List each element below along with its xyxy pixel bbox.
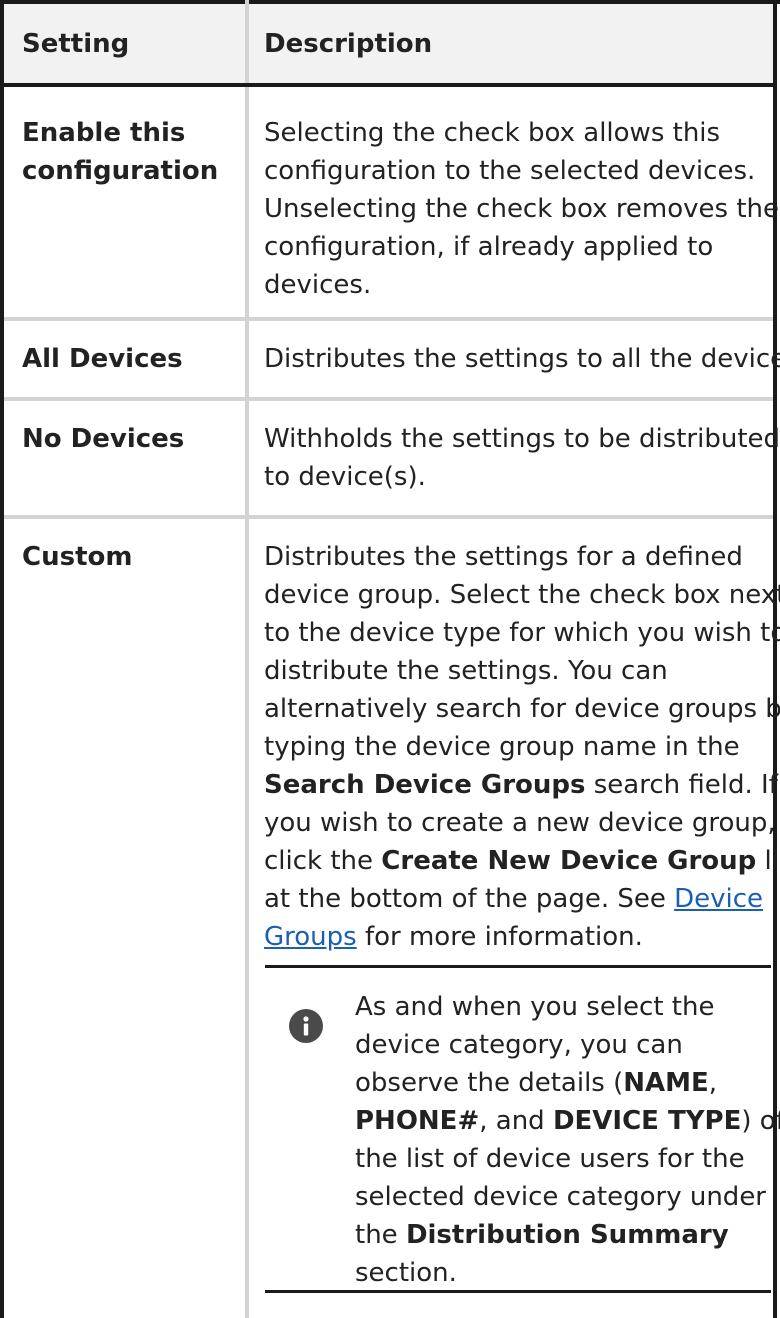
description-line: Withholds the settings to be distributed (264, 424, 780, 454)
setting-all-devices: All Devices (22, 344, 183, 374)
note-line: section. (355, 1258, 457, 1288)
note-line: As and when you select the (355, 992, 715, 1022)
setting-custom: Custom (22, 542, 133, 572)
note-bold-name: NAME (623, 1068, 709, 1098)
note-line: PHONE#, and DEVICE TYPE) of (355, 1102, 780, 1140)
setting-line: Enable this (22, 118, 186, 148)
description-line: configuration to the selected devices. (264, 156, 756, 186)
note-bottom-rule (265, 1290, 771, 1293)
settings-table: Setting Description Enable this configur… (0, 0, 780, 1318)
setting-line: configuration (22, 156, 219, 186)
description-line: click the Create New Device Group link (264, 842, 780, 880)
description-line: at the bottom of the page. See Device (264, 880, 780, 918)
note-text: the (355, 1220, 406, 1250)
table-top-border (0, 0, 780, 4)
description-text: link (764, 846, 780, 876)
description-line: to the device type for which you wish to (264, 618, 780, 648)
note-line: the Distribution Summary (355, 1216, 780, 1254)
device-groups-link[interactable]: Groups (264, 922, 357, 952)
description-line: Unselecting the check box removes the (264, 194, 780, 224)
description-line: typing the device group name in the (264, 732, 740, 762)
create-new-device-group-label: Create New Device Group (381, 846, 757, 876)
note-bold-device-type: DEVICE TYPE (552, 1106, 742, 1136)
info-icon (289, 1009, 323, 1043)
setting-no-devices: No Devices (22, 424, 185, 454)
note-text: As and when you select the device catego… (355, 988, 780, 1292)
note-text: ) of (741, 1106, 780, 1136)
setting-enable-configuration: Enable this configuration (22, 114, 218, 190)
description-line: configuration, if already applied to (264, 232, 714, 262)
description-text: search field. If (585, 770, 778, 800)
header-description: Description (264, 29, 433, 59)
note-text: observe the details ( (355, 1068, 624, 1098)
note-text: , (708, 1068, 718, 1098)
description-enable-configuration: Selecting the check box allows this conf… (264, 114, 779, 304)
description-line: alternatively search for device groups b… (264, 694, 780, 724)
distribution-summary-label: Distribution Summary (405, 1220, 729, 1250)
description-all-devices: Distributes the settings to all the devi… (264, 344, 780, 374)
description-custom: Distributes the settings for a defined d… (264, 538, 780, 956)
row-divider (4, 317, 773, 321)
note-bold-phone: PHONE# (355, 1106, 480, 1136)
description-line: devices. (264, 270, 372, 300)
description-line: Search Device Groups search field. If (264, 766, 780, 804)
description-no-devices: Withholds the settings to be distributed… (264, 420, 780, 496)
header-setting: Setting (22, 29, 130, 59)
description-line: device group. Select the check box next (264, 580, 780, 610)
description-text: for more information. (356, 922, 643, 952)
note-line: the list of device users for the (355, 1144, 745, 1174)
note-line: selected device category under (355, 1182, 766, 1212)
row-divider (4, 397, 773, 401)
description-line: to device(s). (264, 462, 426, 492)
description-line: Groups for more information. (264, 918, 780, 956)
note-text: , and (479, 1106, 553, 1136)
description-line: distribute the settings. You can (264, 656, 668, 686)
table-left-border (0, 0, 4, 1318)
description-text: at the bottom of the page. See (264, 884, 675, 914)
note-top-rule (265, 965, 771, 968)
column-divider (245, 0, 249, 1318)
description-text: click the (264, 846, 382, 876)
description-line: Selecting the check box allows this (264, 118, 721, 148)
header-bottom-border (4, 83, 773, 87)
description-line: Distributes the settings for a defined (264, 542, 743, 572)
device-groups-link[interactable]: Device (674, 884, 763, 914)
search-device-groups-label: Search Device Groups (264, 770, 586, 800)
note-line: device category, you can (355, 1030, 683, 1060)
description-line: you wish to create a new device group, (264, 808, 776, 838)
row-divider (4, 515, 773, 519)
note-line: observe the details (NAME, (355, 1064, 780, 1102)
